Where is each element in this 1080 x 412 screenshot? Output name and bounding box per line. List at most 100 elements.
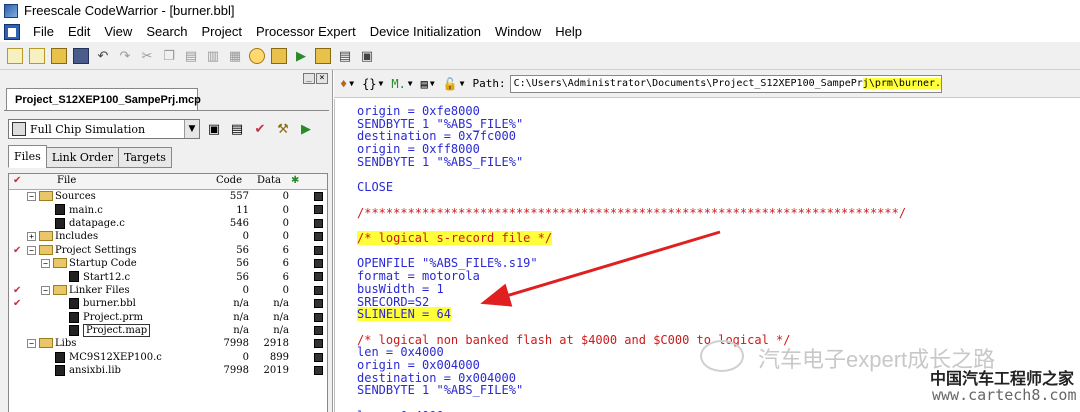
- new-text-file-icon[interactable]: [7, 47, 23, 64]
- menu-project[interactable]: Project: [195, 24, 249, 39]
- new-file-icon[interactable]: [29, 47, 45, 64]
- menu-search[interactable]: Search: [139, 24, 194, 39]
- redo-icon[interactable]: ↷: [117, 48, 133, 64]
- debug-marker-icon[interactable]: [314, 272, 323, 282]
- check-icon[interactable]: ✔: [251, 120, 269, 138]
- debug-icon[interactable]: [315, 47, 331, 64]
- restore-pane-icon[interactable]: _: [303, 73, 315, 84]
- file-row[interactable]: MC9S12XEP100.c 0 899: [9, 351, 327, 364]
- target-row: Full Chip Simulation ▼ ▣ ▤ ✔ ⚒ ▶: [8, 119, 315, 139]
- debug-marker-icon[interactable]: [314, 218, 323, 228]
- file-row[interactable]: Project.prm n/a n/a: [9, 311, 327, 324]
- file-row[interactable]: + Includes 0 0: [9, 230, 327, 243]
- file-row[interactable]: main.c 11 0: [9, 203, 327, 216]
- debug-marker-icon[interactable]: [314, 325, 323, 335]
- tab-link-order[interactable]: Link Order: [45, 147, 119, 168]
- debug-marker-icon[interactable]: [314, 352, 323, 362]
- code-line: CLOSE: [357, 181, 393, 193]
- chevron-down-icon[interactable]: ▼: [184, 120, 199, 138]
- debug-marker-icon[interactable]: [314, 258, 323, 268]
- debug-target-icon[interactable]: ▶: [297, 120, 315, 138]
- target-settings-icon[interactable]: ▣: [205, 120, 223, 138]
- collapse-icon[interactable]: −: [41, 285, 50, 295]
- debug-marker-icon[interactable]: [314, 205, 323, 215]
- file-row[interactable]: datapage.c 546 0: [9, 217, 327, 230]
- code-line: /* logical s-record file */: [357, 231, 553, 245]
- menu-window[interactable]: Window: [488, 24, 548, 39]
- file-row[interactable]: ✔ − Linker Files 0 0: [9, 284, 327, 297]
- file-row[interactable]: − Sources 557 0: [9, 190, 327, 203]
- expand-icon[interactable]: +: [27, 232, 36, 242]
- collapse-icon[interactable]: −: [27, 339, 36, 349]
- document-settings-menu[interactable]: ▤ ▼: [421, 77, 435, 91]
- touch-check-icon[interactable]: ✔: [13, 298, 21, 309]
- find-icon[interactable]: [249, 47, 265, 64]
- touch-check-icon[interactable]: ✔: [13, 285, 21, 296]
- project-pane: _ × Project_S12XEP100_SampePrj.mcp Full …: [0, 70, 333, 412]
- debug-marker-icon[interactable]: [314, 366, 323, 376]
- copy-icon[interactable]: ❐: [161, 48, 177, 64]
- file-row[interactable]: − Startup Code 56 6: [9, 257, 327, 270]
- save-icon[interactable]: [73, 47, 89, 64]
- file-table-header: ✔ File Code Data ✱: [9, 174, 327, 190]
- menu-edit[interactable]: Edit: [61, 24, 97, 39]
- debug-marker-icon[interactable]: [314, 285, 323, 295]
- menu-help[interactable]: Help: [548, 24, 589, 39]
- project-icon[interactable]: [271, 47, 287, 64]
- file-row[interactable]: ansixbi.lib 7998 2019: [9, 364, 327, 377]
- file-row[interactable]: Start12.c 56 6: [9, 270, 327, 283]
- touch-column-icon[interactable]: ✔: [13, 175, 21, 186]
- make-target-icon[interactable]: ⚒: [274, 120, 292, 138]
- menu-device-initialization[interactable]: Device Initialization: [363, 24, 488, 39]
- project-tab[interactable]: Project_S12XEP100_SampePrj.mcp: [6, 88, 201, 111]
- debug-marker-icon[interactable]: [314, 339, 323, 349]
- column-data[interactable]: Data: [257, 175, 281, 186]
- debug-marker-icon[interactable]: [314, 312, 323, 322]
- window-title: Freescale CodeWarrior - [burner.bbl]: [24, 3, 235, 18]
- braces-menu[interactable]: {} ▼: [362, 77, 383, 91]
- paste-icon[interactable]: ▤: [183, 48, 199, 64]
- debug-marker-icon[interactable]: [314, 192, 323, 201]
- chevron-down-icon: ▼: [349, 79, 355, 88]
- file-row[interactable]: ✔ burner.bbl n/a n/a: [9, 297, 327, 310]
- undo-icon[interactable]: ↶: [95, 48, 111, 64]
- close-pane-icon[interactable]: ×: [316, 73, 328, 84]
- tab-targets[interactable]: Targets: [117, 147, 172, 168]
- marker-menu[interactable]: M. ▼: [391, 77, 412, 91]
- menu-view[interactable]: View: [97, 24, 139, 39]
- align-icon[interactable]: ▥: [205, 48, 221, 64]
- lock-menu[interactable]: 🔓 ▼: [443, 77, 465, 91]
- debug-marker-icon[interactable]: [314, 232, 323, 242]
- collapse-icon[interactable]: −: [27, 245, 36, 255]
- function-menu[interactable]: ♦ ▼: [340, 77, 354, 91]
- code-line: /***************************************…: [357, 207, 906, 219]
- chevron-down-icon: ▼: [429, 79, 435, 88]
- code-size: 56: [236, 258, 249, 270]
- debug-marker-icon[interactable]: [314, 299, 323, 309]
- menu-file[interactable]: File: [26, 24, 61, 39]
- data-size: 6: [282, 258, 289, 270]
- debug-marker-icon[interactable]: [314, 245, 323, 255]
- cut-icon[interactable]: ✂: [139, 48, 155, 64]
- synchronize-icon[interactable]: ▤: [228, 120, 246, 138]
- open-folder-icon[interactable]: [51, 47, 67, 64]
- file-row[interactable]: ✔ − Project Settings 56 6: [9, 244, 327, 257]
- path-field[interactable]: C:\Users\Administrator\Documents\Project…: [509, 74, 942, 93]
- document-list-icon[interactable]: ▣: [359, 48, 375, 64]
- make-icon[interactable]: ▶: [293, 48, 309, 64]
- indent-icon[interactable]: ▦: [227, 48, 243, 64]
- collapse-icon[interactable]: −: [27, 192, 36, 201]
- file-list-icon[interactable]: ▤: [337, 48, 353, 64]
- document-icon[interactable]: [4, 23, 20, 40]
- column-file[interactable]: File: [57, 175, 76, 186]
- debug-column-icon[interactable]: ✱: [291, 175, 299, 186]
- target-select[interactable]: Full Chip Simulation ▼: [8, 119, 200, 139]
- file-row[interactable]: Project.map n/a n/a: [9, 324, 327, 338]
- column-code[interactable]: Code: [216, 175, 242, 186]
- tab-files[interactable]: Files: [8, 145, 47, 168]
- file-row[interactable]: − Libs 7998 2918: [9, 337, 327, 350]
- code-line-text: /* logical s-record file */: [357, 231, 553, 245]
- menu-processor-expert[interactable]: Processor Expert: [249, 24, 363, 39]
- touch-check-icon[interactable]: ✔: [13, 245, 21, 256]
- collapse-icon[interactable]: −: [41, 258, 50, 268]
